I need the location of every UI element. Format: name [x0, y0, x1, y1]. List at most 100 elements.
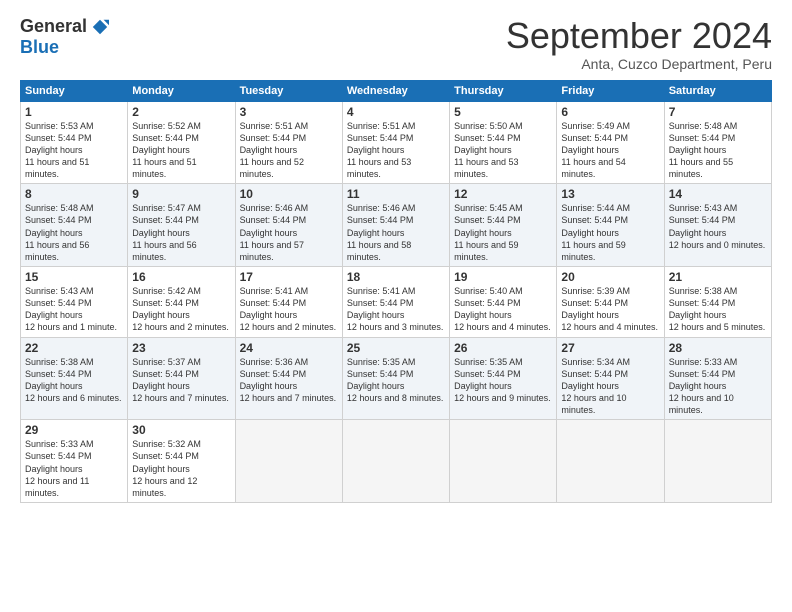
day-info: Sunrise: 5:39 AMSunset: 5:44 PMDaylight …: [561, 286, 658, 332]
day-number: 1: [25, 105, 123, 119]
day-number: 9: [132, 187, 230, 201]
table-row: 23 Sunrise: 5:37 AMSunset: 5:44 PMDaylig…: [128, 337, 235, 420]
day-info: Sunrise: 5:36 AMSunset: 5:44 PMDaylight …: [240, 357, 337, 403]
table-row: 12 Sunrise: 5:45 AMSunset: 5:44 PMDaylig…: [450, 184, 557, 267]
calendar-week-1: 1 Sunrise: 5:53 AMSunset: 5:44 PMDayligh…: [21, 101, 772, 184]
day-info: Sunrise: 5:35 AMSunset: 5:44 PMDaylight …: [347, 357, 444, 403]
table-row: [342, 420, 449, 503]
day-number: 26: [454, 341, 552, 355]
calendar: Sunday Monday Tuesday Wednesday Thursday…: [20, 80, 772, 503]
table-row: 30 Sunrise: 5:32 AMSunset: 5:44 PMDaylig…: [128, 420, 235, 503]
day-info: Sunrise: 5:40 AMSunset: 5:44 PMDaylight …: [454, 286, 551, 332]
table-row: 4 Sunrise: 5:51 AMSunset: 5:44 PMDayligh…: [342, 101, 449, 184]
day-number: 17: [240, 270, 338, 284]
page: General Blue September 2024 Anta, Cuzco …: [0, 0, 792, 612]
day-info: Sunrise: 5:42 AMSunset: 5:44 PMDaylight …: [132, 286, 229, 332]
day-info: Sunrise: 5:48 AMSunset: 5:44 PMDaylight …: [25, 203, 94, 262]
day-info: Sunrise: 5:48 AMSunset: 5:44 PMDaylight …: [669, 121, 738, 180]
title-block: September 2024 Anta, Cuzco Department, P…: [506, 16, 772, 72]
day-info: Sunrise: 5:41 AMSunset: 5:44 PMDaylight …: [240, 286, 337, 332]
table-row: 14 Sunrise: 5:43 AMSunset: 5:44 PMDaylig…: [664, 184, 771, 267]
day-number: 29: [25, 423, 123, 437]
day-number: 19: [454, 270, 552, 284]
day-number: 7: [669, 105, 767, 119]
day-number: 30: [132, 423, 230, 437]
day-info: Sunrise: 5:33 AMSunset: 5:44 PMDaylight …: [669, 357, 738, 416]
day-number: 4: [347, 105, 445, 119]
table-row: 25 Sunrise: 5:35 AMSunset: 5:44 PMDaylig…: [342, 337, 449, 420]
day-number: 10: [240, 187, 338, 201]
header-monday: Monday: [128, 80, 235, 101]
day-info: Sunrise: 5:52 AMSunset: 5:44 PMDaylight …: [132, 121, 201, 180]
table-row: 10 Sunrise: 5:46 AMSunset: 5:44 PMDaylig…: [235, 184, 342, 267]
table-row: 3 Sunrise: 5:51 AMSunset: 5:44 PMDayligh…: [235, 101, 342, 184]
table-row: 21 Sunrise: 5:38 AMSunset: 5:44 PMDaylig…: [664, 267, 771, 338]
day-info: Sunrise: 5:44 AMSunset: 5:44 PMDaylight …: [561, 203, 630, 262]
table-row: 18 Sunrise: 5:41 AMSunset: 5:44 PMDaylig…: [342, 267, 449, 338]
subtitle: Anta, Cuzco Department, Peru: [506, 56, 772, 72]
day-info: Sunrise: 5:49 AMSunset: 5:44 PMDaylight …: [561, 121, 630, 180]
header-saturday: Saturday: [664, 80, 771, 101]
day-number: 2: [132, 105, 230, 119]
day-number: 22: [25, 341, 123, 355]
day-number: 15: [25, 270, 123, 284]
table-row: [557, 420, 664, 503]
logo-general-text: General: [20, 16, 87, 37]
day-info: Sunrise: 5:43 AMSunset: 5:44 PMDaylight …: [669, 203, 766, 249]
table-row: 16 Sunrise: 5:42 AMSunset: 5:44 PMDaylig…: [128, 267, 235, 338]
logo-icon: [91, 18, 109, 36]
day-info: Sunrise: 5:51 AMSunset: 5:44 PMDaylight …: [240, 121, 309, 180]
table-row: 27 Sunrise: 5:34 AMSunset: 5:44 PMDaylig…: [557, 337, 664, 420]
calendar-week-4: 22 Sunrise: 5:38 AMSunset: 5:44 PMDaylig…: [21, 337, 772, 420]
day-info: Sunrise: 5:35 AMSunset: 5:44 PMDaylight …: [454, 357, 551, 403]
day-info: Sunrise: 5:46 AMSunset: 5:44 PMDaylight …: [347, 203, 416, 262]
day-number: 12: [454, 187, 552, 201]
day-number: 16: [132, 270, 230, 284]
logo-blue-text: Blue: [20, 37, 59, 58]
table-row: 26 Sunrise: 5:35 AMSunset: 5:44 PMDaylig…: [450, 337, 557, 420]
header-friday: Friday: [557, 80, 664, 101]
table-row: 9 Sunrise: 5:47 AMSunset: 5:44 PMDayligh…: [128, 184, 235, 267]
header: General Blue September 2024 Anta, Cuzco …: [20, 16, 772, 72]
day-number: 11: [347, 187, 445, 201]
day-number: 27: [561, 341, 659, 355]
table-row: [450, 420, 557, 503]
day-info: Sunrise: 5:47 AMSunset: 5:44 PMDaylight …: [132, 203, 201, 262]
day-info: Sunrise: 5:37 AMSunset: 5:44 PMDaylight …: [132, 357, 229, 403]
table-row: 13 Sunrise: 5:44 AMSunset: 5:44 PMDaylig…: [557, 184, 664, 267]
header-sunday: Sunday: [21, 80, 128, 101]
calendar-week-5: 29 Sunrise: 5:33 AMSunset: 5:44 PMDaylig…: [21, 420, 772, 503]
day-info: Sunrise: 5:50 AMSunset: 5:44 PMDaylight …: [454, 121, 523, 180]
table-row: 29 Sunrise: 5:33 AMSunset: 5:44 PMDaylig…: [21, 420, 128, 503]
table-row: 7 Sunrise: 5:48 AMSunset: 5:44 PMDayligh…: [664, 101, 771, 184]
day-info: Sunrise: 5:38 AMSunset: 5:44 PMDaylight …: [669, 286, 766, 332]
logo: General Blue: [20, 16, 109, 58]
table-row: 2 Sunrise: 5:52 AMSunset: 5:44 PMDayligh…: [128, 101, 235, 184]
table-row: 5 Sunrise: 5:50 AMSunset: 5:44 PMDayligh…: [450, 101, 557, 184]
day-info: Sunrise: 5:38 AMSunset: 5:44 PMDaylight …: [25, 357, 122, 403]
day-info: Sunrise: 5:41 AMSunset: 5:44 PMDaylight …: [347, 286, 444, 332]
day-number: 18: [347, 270, 445, 284]
calendar-week-2: 8 Sunrise: 5:48 AMSunset: 5:44 PMDayligh…: [21, 184, 772, 267]
calendar-week-3: 15 Sunrise: 5:43 AMSunset: 5:44 PMDaylig…: [21, 267, 772, 338]
day-info: Sunrise: 5:46 AMSunset: 5:44 PMDaylight …: [240, 203, 309, 262]
table-row: 17 Sunrise: 5:41 AMSunset: 5:44 PMDaylig…: [235, 267, 342, 338]
table-row: 8 Sunrise: 5:48 AMSunset: 5:44 PMDayligh…: [21, 184, 128, 267]
table-row: [664, 420, 771, 503]
day-number: 6: [561, 105, 659, 119]
table-row: [235, 420, 342, 503]
day-number: 14: [669, 187, 767, 201]
day-info: Sunrise: 5:32 AMSunset: 5:44 PMDaylight …: [132, 439, 201, 498]
table-row: 1 Sunrise: 5:53 AMSunset: 5:44 PMDayligh…: [21, 101, 128, 184]
table-row: 15 Sunrise: 5:43 AMSunset: 5:44 PMDaylig…: [21, 267, 128, 338]
day-info: Sunrise: 5:34 AMSunset: 5:44 PMDaylight …: [561, 357, 630, 416]
day-number: 23: [132, 341, 230, 355]
day-number: 8: [25, 187, 123, 201]
table-row: 22 Sunrise: 5:38 AMSunset: 5:44 PMDaylig…: [21, 337, 128, 420]
day-number: 25: [347, 341, 445, 355]
day-number: 13: [561, 187, 659, 201]
day-info: Sunrise: 5:33 AMSunset: 5:44 PMDaylight …: [25, 439, 94, 498]
table-row: 6 Sunrise: 5:49 AMSunset: 5:44 PMDayligh…: [557, 101, 664, 184]
table-row: 20 Sunrise: 5:39 AMSunset: 5:44 PMDaylig…: [557, 267, 664, 338]
table-row: 11 Sunrise: 5:46 AMSunset: 5:44 PMDaylig…: [342, 184, 449, 267]
